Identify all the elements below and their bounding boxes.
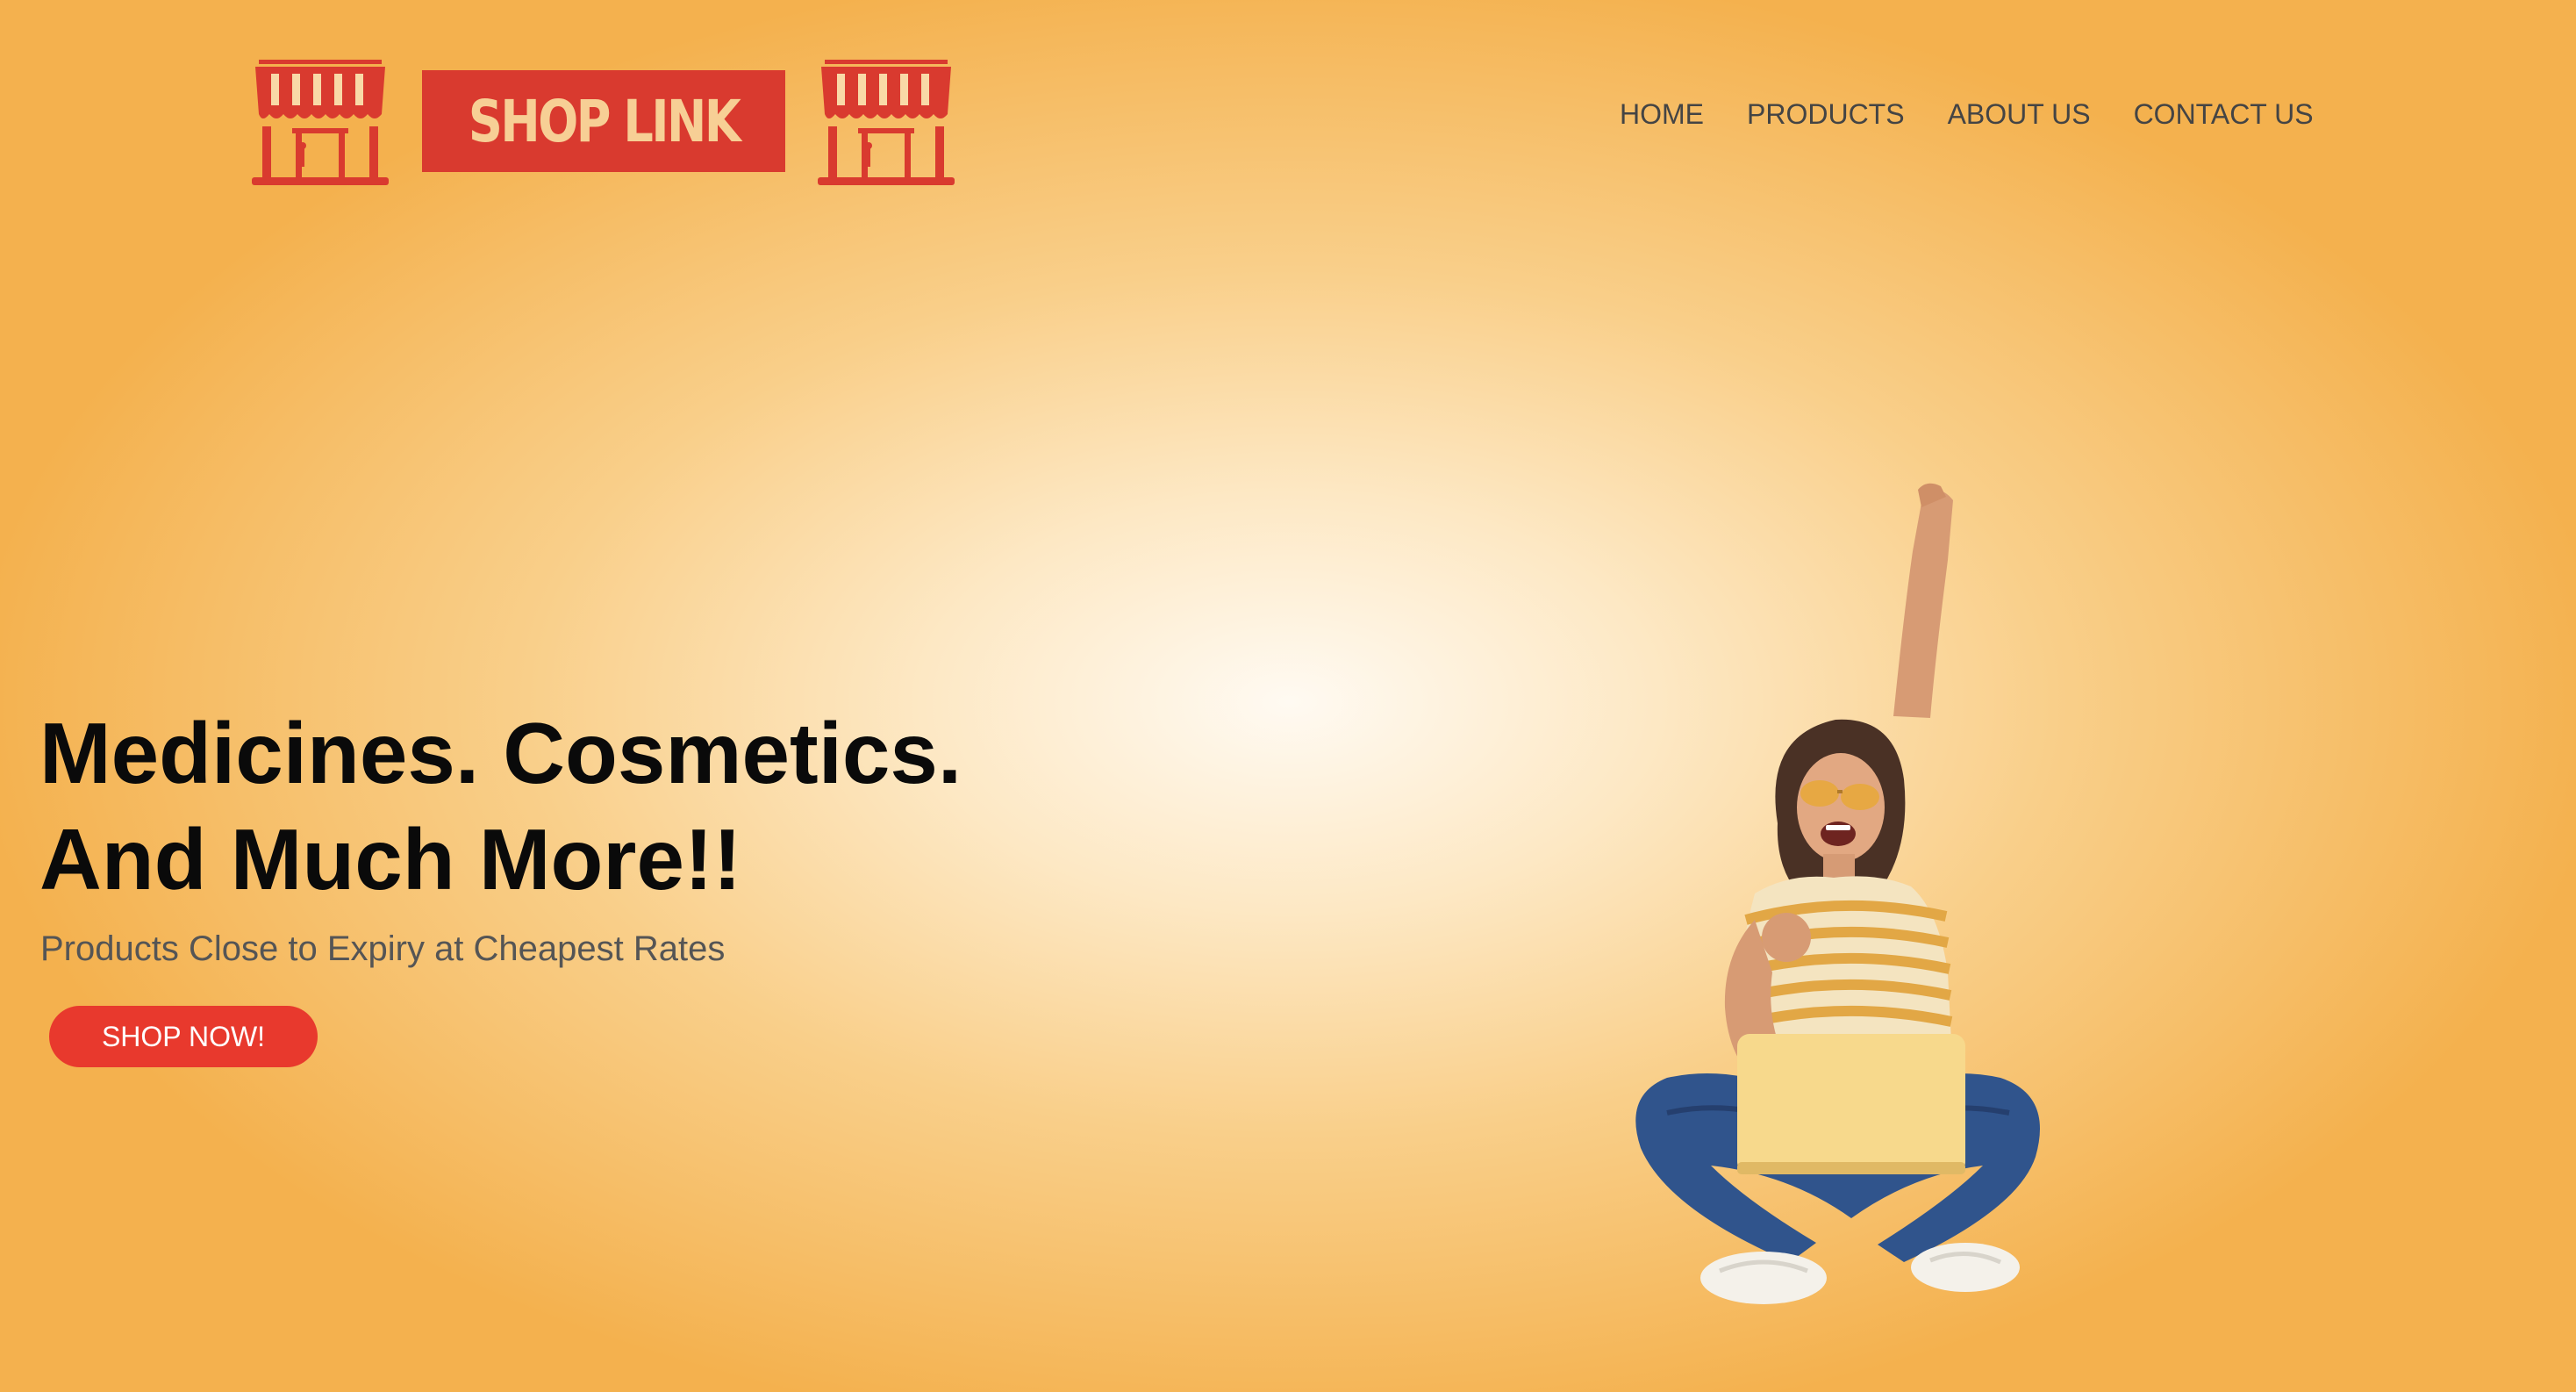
- storefront-icon: [818, 60, 955, 185]
- hero-subtitle: Products Close to Expiry at Cheapest Rat…: [40, 929, 726, 968]
- nav-contact-link[interactable]: CONTACT US: [2134, 98, 2314, 131]
- brand-badge: SHOP LINK: [422, 70, 785, 172]
- shop-now-button[interactable]: SHOP NOW!: [49, 1006, 318, 1067]
- main-nav: HOME PRODUCTS ABOUT US CONTACT US: [1620, 98, 2314, 131]
- hero-title: Medicines. Cosmetics. And Much More!!: [39, 700, 962, 913]
- nav-home-link[interactable]: HOME: [1620, 98, 1704, 131]
- hero-title-line-2: And Much More!!: [39, 811, 742, 908]
- nav-products-link[interactable]: PRODUCTS: [1747, 98, 1905, 131]
- brand-name: SHOP LINK: [468, 87, 741, 155]
- logo[interactable]: SHOP LINK: [250, 54, 955, 188]
- hero-title-line-1: Medicines. Cosmetics.: [39, 705, 962, 801]
- nav-about-link[interactable]: ABOUT US: [1948, 98, 2091, 131]
- storefront-icon: [252, 60, 389, 185]
- hero-woman-laptop-image: [1635, 483, 2040, 1304]
